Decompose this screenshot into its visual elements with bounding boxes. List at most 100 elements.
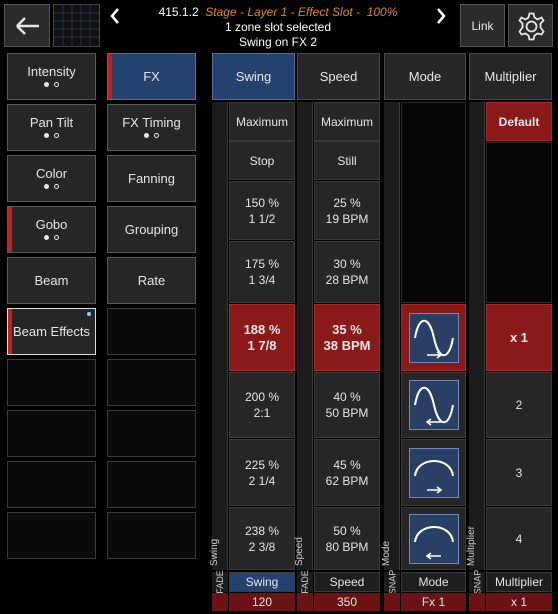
mode-side-label: Mode <box>380 540 392 566</box>
empty-slot <box>107 461 196 508</box>
cell-line-1: x 1 <box>509 329 529 345</box>
speed-value-cell[interactable]: Still <box>314 141 380 180</box>
mode-snap-label: SNAP <box>384 569 400 595</box>
empty-slot <box>107 359 196 406</box>
gear-icon <box>518 12 545 41</box>
active-marker <box>8 207 12 252</box>
column-header-multiplier[interactable]: Multiplier <box>469 53 552 100</box>
speed-value-cell[interactable]: 40 % 50 BPM <box>314 372 380 438</box>
cell-line-2: 62 BPM <box>325 473 369 488</box>
arc-left-icon <box>408 513 459 564</box>
multiplier-value-cell[interactable]: 2 <box>486 372 552 438</box>
swing-value-cell[interactable]: Maximum <box>229 102 295 141</box>
column-header-mode[interactable]: Mode <box>384 53 466 100</box>
swing-fade-label: FADE <box>212 570 228 594</box>
speed-fade-label: FADE <box>297 570 313 594</box>
category-fx-timing[interactable]: FX Timing <box>107 104 196 151</box>
mode-footer-name[interactable]: Mode <box>401 572 466 592</box>
fade-text: FADE <box>215 570 226 594</box>
speed-value-cell[interactable]: 50 % 80 BPM <box>314 507 380 570</box>
column-header-swing[interactable]: Swing <box>212 53 295 100</box>
multiplier-side-label: Multiplier <box>465 525 477 566</box>
swing-value-cell[interactable]: 225 % 2 1/4 <box>229 439 295 506</box>
header-title: Stage - Layer 1 - Effect Slot - <box>205 5 361 19</box>
cell-line-1: 175 % <box>244 257 280 271</box>
swing-value-cell[interactable]: 200 % 2:1 <box>229 372 295 438</box>
category-fx[interactable]: FX <box>107 53 196 100</box>
multiplier-value-cell[interactable]: 3 <box>486 439 552 506</box>
mode-wave-cell-active[interactable] <box>401 304 466 371</box>
swing-value-cell[interactable]: 238 % 2 3/8 <box>229 507 295 570</box>
snap-text: SNAP <box>472 569 483 595</box>
back-button[interactable] <box>4 4 50 47</box>
empty-slot <box>107 512 196 559</box>
cell-line-2: 28 BPM <box>325 273 369 287</box>
footer-value: 120 <box>251 595 273 609</box>
next-arrow[interactable] <box>430 4 452 28</box>
multiplier-default-button[interactable]: Default <box>486 102 552 141</box>
swing-value-cell[interactable]: 175 % 1 3/4 <box>229 241 295 303</box>
speed-value-cell[interactable]: 45 % 62 BPM <box>314 439 380 506</box>
cell-line-1: 35 % <box>332 321 362 337</box>
mode-wave-cell[interactable] <box>401 372 466 438</box>
mode-footer-value[interactable]: Fx 1 <box>401 593 466 611</box>
swing-value-cell[interactable]: Stop <box>229 141 295 180</box>
mode-wave-cell[interactable] <box>401 507 466 570</box>
speed-footer-value[interactable]: 350 <box>314 593 380 611</box>
cell-line-1: Maximum <box>235 114 288 129</box>
category-beam[interactable]: Beam <box>7 257 96 304</box>
cell-line-1: 200 % <box>244 390 280 404</box>
default-label: Default <box>498 114 540 129</box>
speed-footer-name[interactable]: Speed <box>314 572 380 592</box>
multiplier-side-strip: Multiplier <box>465 102 485 570</box>
cell-line-1: 25 % <box>333 195 361 210</box>
category-label: Beam <box>34 273 69 288</box>
swing-footer-name[interactable]: Swing <box>229 572 295 592</box>
category-intensity[interactable]: Intensity <box>7 53 96 100</box>
multiplier-value-cell[interactable]: 4 <box>486 507 552 570</box>
link-button[interactable]: Link <box>460 4 505 47</box>
column-header-speed[interactable]: Speed <box>297 53 380 100</box>
arrow-left-icon <box>16 17 39 35</box>
speed-value-cell-active[interactable]: 35 % 38 BPM <box>314 304 380 371</box>
category-fanning[interactable]: Fanning <box>107 155 196 202</box>
speed-value-cell[interactable]: 30 % 28 BPM <box>314 241 380 303</box>
preview-thumbnail[interactable] <box>53 4 100 47</box>
link-label: Link <box>471 18 494 33</box>
header-subtitle: Swing on FX 2 <box>238 35 318 49</box>
speed-value-cell[interactable]: Maximum <box>314 102 380 141</box>
category-color[interactable]: Color <box>7 155 96 202</box>
empty-slot <box>7 359 96 406</box>
page-dots <box>44 82 59 89</box>
swing-value-cell-active[interactable]: 188 % 1 7/8 <box>229 304 295 371</box>
swing-value-cell[interactable]: 150 % 1 1/2 <box>229 181 295 240</box>
category-label: Color <box>35 166 68 181</box>
cell-line-2: 38 BPM <box>323 337 371 353</box>
mode-wave-cell[interactable] <box>401 439 466 506</box>
multiplier-footer-value[interactable]: x 1 <box>486 593 552 611</box>
cell-line-1: Stop <box>249 153 275 168</box>
speed-fade-marker <box>297 593 313 611</box>
multiplier-footer-name[interactable]: Multiplier <box>486 572 552 592</box>
page-dots <box>44 235 59 242</box>
cell-line-1: 3 <box>515 465 523 480</box>
prev-arrow[interactable] <box>104 4 126 28</box>
swing-fade-marker <box>212 593 228 611</box>
settings-button[interactable] <box>508 4 553 47</box>
empty-slot <box>107 308 196 355</box>
multiplier-snap-marker <box>469 593 485 611</box>
cell-line-1: 225 % <box>244 457 280 472</box>
swing-footer-value[interactable]: 120 <box>229 593 295 611</box>
category-rate[interactable]: Rate <box>107 257 196 304</box>
multiplier-snap-label: SNAP <box>469 569 485 595</box>
category-pan-tilt[interactable]: Pan Tilt <box>7 104 96 151</box>
mode-empty-area <box>401 102 466 303</box>
category-gobo[interactable]: Gobo <box>7 206 96 253</box>
multiplier-value-cell-active[interactable]: x 1 <box>486 304 552 371</box>
category-beam-effects[interactable]: Beam Effects <box>7 308 96 355</box>
category-label: Pan Tilt <box>29 115 74 130</box>
speed-value-cell[interactable]: 25 % 19 BPM <box>314 181 380 240</box>
snap-text: SNAP <box>387 569 398 595</box>
category-grouping[interactable]: Grouping <box>107 206 196 253</box>
empty-slot <box>107 410 196 457</box>
